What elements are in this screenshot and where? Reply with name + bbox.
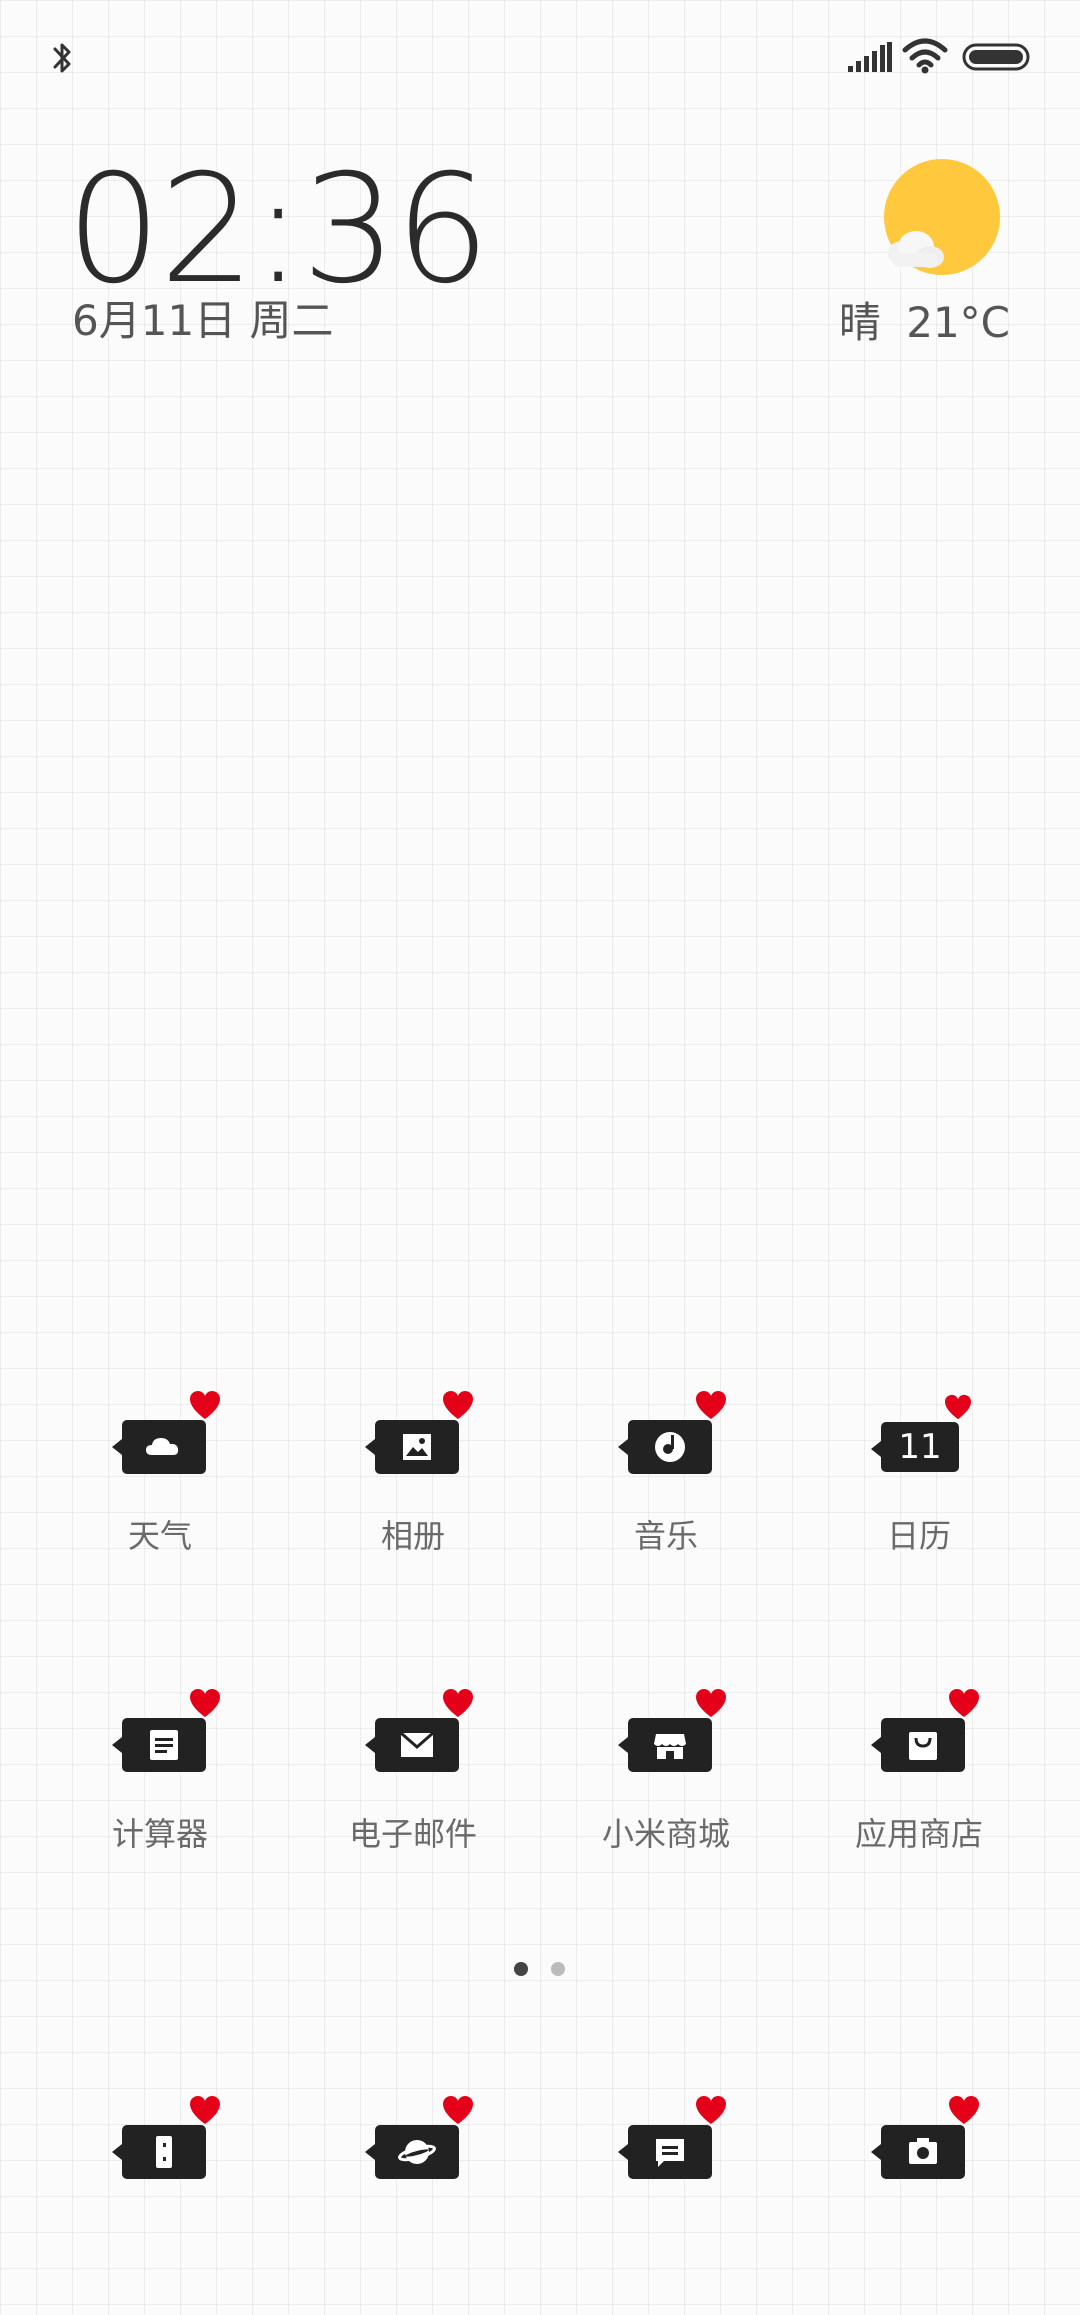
app-label: 小米商城	[601, 1815, 730, 1853]
shopping-bag-icon	[871, 1718, 965, 1772]
app-gallery[interactable]: 相册	[303, 1380, 523, 1610]
dock-camera[interactable]	[809, 2085, 1029, 2315]
app-label: 计算器	[111, 1815, 208, 1853]
battery-icon	[962, 43, 1030, 71]
heart-icon	[945, 1394, 971, 1420]
app-label: 相册	[380, 1517, 445, 1555]
dock-messages[interactable]	[556, 2085, 776, 2315]
app-label: 天气	[127, 1517, 192, 1555]
app-app-store[interactable]: 应用商店	[809, 1678, 1029, 1908]
app-music[interactable]: 音乐	[556, 1380, 776, 1610]
weather-summary[interactable]: 晴 21°C	[839, 302, 1010, 344]
store-icon	[618, 1718, 712, 1772]
heart-icon	[949, 1689, 979, 1717]
app-calculator[interactable]: 计算器	[50, 1678, 270, 1908]
weather-condition: 晴	[838, 298, 881, 347]
app-label: 电子邮件	[348, 1815, 477, 1853]
heart-icon	[443, 2096, 473, 2124]
music-disc-icon	[618, 1420, 712, 1474]
image-icon	[365, 1420, 459, 1474]
dock-browser[interactable]	[303, 2085, 523, 2315]
heart-icon	[190, 1689, 220, 1717]
status-bar	[0, 0, 1080, 110]
heart-icon	[443, 1689, 473, 1717]
heart-icon	[443, 1391, 473, 1419]
app-weather[interactable]: 天气	[50, 1380, 270, 1610]
heart-icon	[190, 2096, 220, 2124]
wifi-icon	[902, 38, 948, 74]
page-dot-inactive[interactable]	[551, 1962, 565, 1976]
calendar-day: 11	[898, 1427, 942, 1467]
calculator-icon	[112, 1718, 206, 1772]
browser-planet-icon	[365, 2125, 459, 2179]
app-label: 音乐	[633, 1517, 698, 1555]
mail-icon	[365, 1718, 459, 1772]
app-label: 应用商店	[854, 1815, 983, 1853]
sun-cloud-icon[interactable]	[880, 155, 1015, 290]
heart-icon	[190, 1391, 220, 1419]
clock-time[interactable]: 02:36	[66, 155, 490, 305]
cloud-icon	[112, 1420, 206, 1474]
heart-icon	[696, 2096, 726, 2124]
camera-icon	[871, 2125, 965, 2179]
bluetooth-icon	[53, 43, 71, 73]
heart-icon	[696, 1391, 726, 1419]
page-dot-active[interactable]	[514, 1962, 528, 1976]
app-calendar[interactable]: 11 日历	[809, 1380, 1029, 1610]
clock-date[interactable]: 6月11日 周二	[72, 300, 334, 342]
message-icon	[618, 2125, 712, 2179]
calendar-icon: 11	[871, 1422, 959, 1472]
heart-icon	[696, 1689, 726, 1717]
heart-icon	[949, 2096, 979, 2124]
page-indicator[interactable]	[0, 1962, 1080, 1982]
app-label: 日历	[886, 1517, 951, 1555]
signal-icon	[848, 42, 892, 72]
app-email[interactable]: 电子邮件	[303, 1678, 523, 1908]
phone-icon	[112, 2125, 206, 2179]
weather-temperature: 21°C	[906, 298, 1010, 347]
app-mi-store[interactable]: 小米商城	[556, 1678, 776, 1908]
dock-phone[interactable]	[50, 2085, 270, 2315]
